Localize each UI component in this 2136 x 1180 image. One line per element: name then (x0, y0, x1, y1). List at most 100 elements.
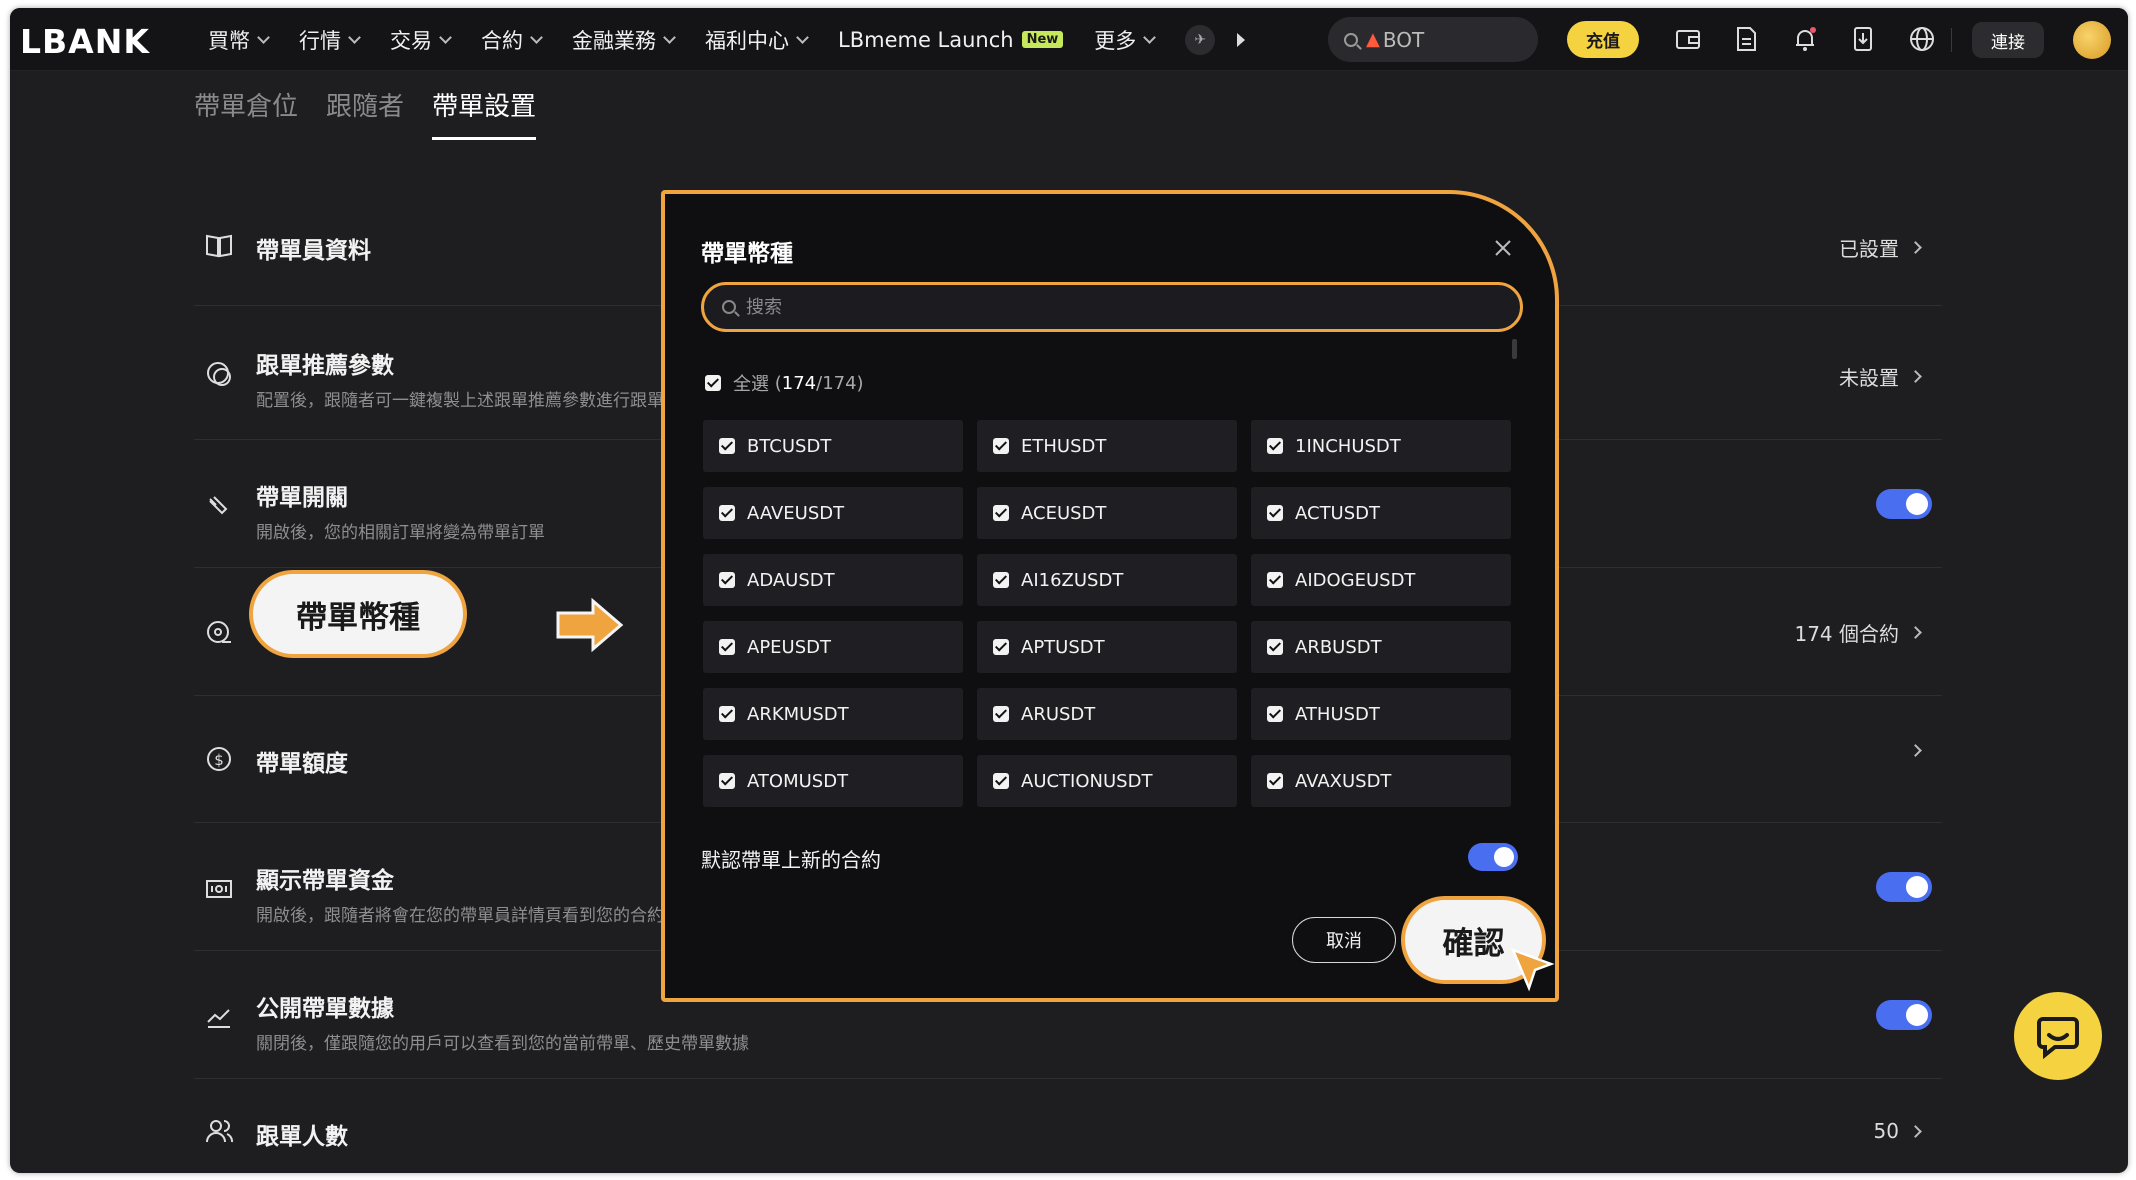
checkbox-checked-icon (719, 773, 735, 789)
tab-1[interactable]: 跟隨者 (326, 86, 404, 140)
nav-item-0[interactable]: 買幣 (208, 25, 270, 55)
svg-text:$: $ (214, 751, 224, 769)
row-description: 開啟後，跟隨者將會在您的帶單員詳情頁看到您的合約帶單資金 (256, 906, 676, 926)
coin-option[interactable]: AUCTIONUSDT (977, 755, 1237, 807)
plane-icon[interactable]: ✈ (1185, 24, 1216, 55)
coin-label: AAVEUSDT (747, 502, 845, 524)
top-nav: LBANK 買幣 行情 交易 合約 金融業務 福利中心 LBmeme Launch New 更多… (10, 8, 2128, 71)
search-icon (1344, 32, 1358, 47)
coin-option[interactable]: BTCUSDT (703, 420, 963, 472)
coin-option[interactable]: AI16ZUSDT (977, 554, 1237, 606)
chevron-right-icon (1909, 1124, 1922, 1138)
public-data-toggle[interactable] (1876, 1000, 1932, 1030)
nav-item-6[interactable]: LBmeme Launch New (838, 27, 1064, 52)
tab-0[interactable]: 帶單倉位 (194, 86, 298, 140)
wallet-icon[interactable] (1673, 24, 1703, 54)
chevron-down-icon (257, 30, 270, 44)
nav-item-1[interactable]: 行情 (299, 25, 361, 55)
nav-item-5[interactable]: 福利中心 (705, 25, 809, 55)
coin-option[interactable]: AAVEUSDT (703, 487, 963, 539)
coin-search-input[interactable] (746, 296, 1446, 318)
document-icon[interactable] (1731, 24, 1761, 54)
chevron-right-icon (1909, 370, 1922, 383)
select-all-checkbox[interactable]: 全選 (174/174) (705, 370, 864, 396)
coin-label: ATHUSDT (1295, 703, 1380, 725)
deposit-button[interactable]: 充值 (1567, 21, 1639, 58)
coin-label: AUCTIONUSDT (1021, 770, 1153, 792)
coin-option[interactable]: ACTUSDT (1251, 487, 1511, 539)
status-value: 未設置 (1839, 366, 1899, 390)
checkbox-checked-icon (993, 639, 1009, 655)
recommend-status[interactable]: 未設置 (1839, 362, 1922, 391)
coin-label: ACEUSDT (1021, 502, 1107, 524)
status-value: 已設置 (1839, 237, 1899, 261)
new-badge: New (1021, 31, 1064, 48)
row-title: 跟單人數 (256, 1124, 348, 1150)
coin-option[interactable]: ACEUSDT (977, 487, 1237, 539)
coin-option[interactable]: ARKMUSDT (703, 688, 963, 740)
chat-support-button[interactable] (2014, 992, 2102, 1080)
coin-option[interactable]: ARUSDT (977, 688, 1237, 740)
copy-trading-toggle[interactable] (1876, 489, 1932, 519)
row-title: 顯示帶單資金 (256, 868, 394, 894)
cancel-button[interactable]: 取消 (1292, 917, 1396, 963)
coin-option[interactable]: AVAXUSDT (1251, 755, 1511, 807)
show-funds-toggle[interactable] (1876, 872, 1932, 902)
avatar[interactable] (2073, 21, 2111, 59)
coin-option[interactable]: AIDOGEUSDT (1251, 554, 1511, 606)
coin-option[interactable]: ARBUSDT (1251, 621, 1511, 673)
nav-divider (1951, 28, 1952, 52)
globe-icon[interactable] (1907, 24, 1937, 54)
play-arrow-icon[interactable] (1237, 32, 1246, 47)
follower-count[interactable]: 50 (1874, 1119, 1922, 1143)
chevron-down-icon (663, 30, 676, 44)
coin-option[interactable]: ETHUSDT (977, 420, 1237, 472)
checkbox-checked-icon (719, 438, 735, 454)
checkbox-checked-icon (705, 375, 721, 391)
coin-option[interactable]: APTUSDT (977, 621, 1237, 673)
book-icon (206, 234, 232, 258)
chat-icon (2037, 1017, 2079, 1059)
nav-item-2[interactable]: 交易 (390, 25, 452, 55)
nav-item-4[interactable]: 金融業務 (572, 25, 676, 55)
nav-item-label: 福利中心 (705, 28, 789, 53)
logo[interactable]: LBANK (20, 22, 150, 61)
chevron-right-icon (1909, 241, 1922, 254)
quota-link[interactable] (1899, 744, 1922, 757)
coin-label: AI16ZUSDT (1021, 569, 1124, 591)
row-title: 公開帶單數據 (256, 996, 394, 1022)
modal-title: 帶單幣種 (701, 241, 793, 267)
status-value: 174 個合約 (1794, 622, 1899, 646)
coin-label: APEUSDT (747, 636, 831, 658)
scrollbar[interactable] (1512, 339, 1517, 359)
nav-item-3[interactable]: 合約 (481, 25, 543, 55)
coin-option[interactable]: ADAUSDT (703, 554, 963, 606)
row-title: 帶單員資料 (256, 238, 371, 264)
close-icon[interactable] (1492, 237, 1514, 259)
select-all-count: (174/174) (769, 372, 864, 394)
tab-2[interactable]: 帶單設置 (432, 86, 537, 140)
recommend-icon (207, 362, 231, 386)
settings-row-follower-count[interactable]: 跟單人數 50 (194, 1079, 1942, 1173)
download-icon[interactable] (1848, 24, 1878, 54)
chevron-down-icon (530, 30, 543, 44)
coin-option[interactable]: 1INCHUSDT (1251, 420, 1511, 472)
chevron-right-icon (1909, 744, 1922, 757)
profile-status[interactable]: 已設置 (1839, 233, 1922, 262)
search-input[interactable]: ▲ BOT (1328, 17, 1538, 62)
nav-item-7[interactable]: 更多 (1094, 25, 1157, 55)
connect-button[interactable]: 連接 (1972, 22, 2044, 58)
nav-item-label: 買幣 (208, 28, 250, 53)
coin-option[interactable]: ATHUSDT (1251, 688, 1511, 740)
chevron-down-icon (348, 30, 361, 44)
coins-count[interactable]: 174 個合約 (1794, 618, 1922, 647)
nav-item-label: LBmeme Launch (838, 27, 1014, 52)
coin-label: BTCUSDT (747, 435, 832, 457)
bell-icon[interactable] (1790, 24, 1820, 54)
coin-label: 1INCHUSDT (1295, 435, 1401, 457)
coin-search-field[interactable] (701, 282, 1523, 332)
default-new-toggle[interactable] (1468, 843, 1518, 871)
coin-option[interactable]: APEUSDT (703, 621, 963, 673)
coin-option[interactable]: ATOMUSDT (703, 755, 963, 807)
checkbox-checked-icon (1267, 505, 1283, 521)
